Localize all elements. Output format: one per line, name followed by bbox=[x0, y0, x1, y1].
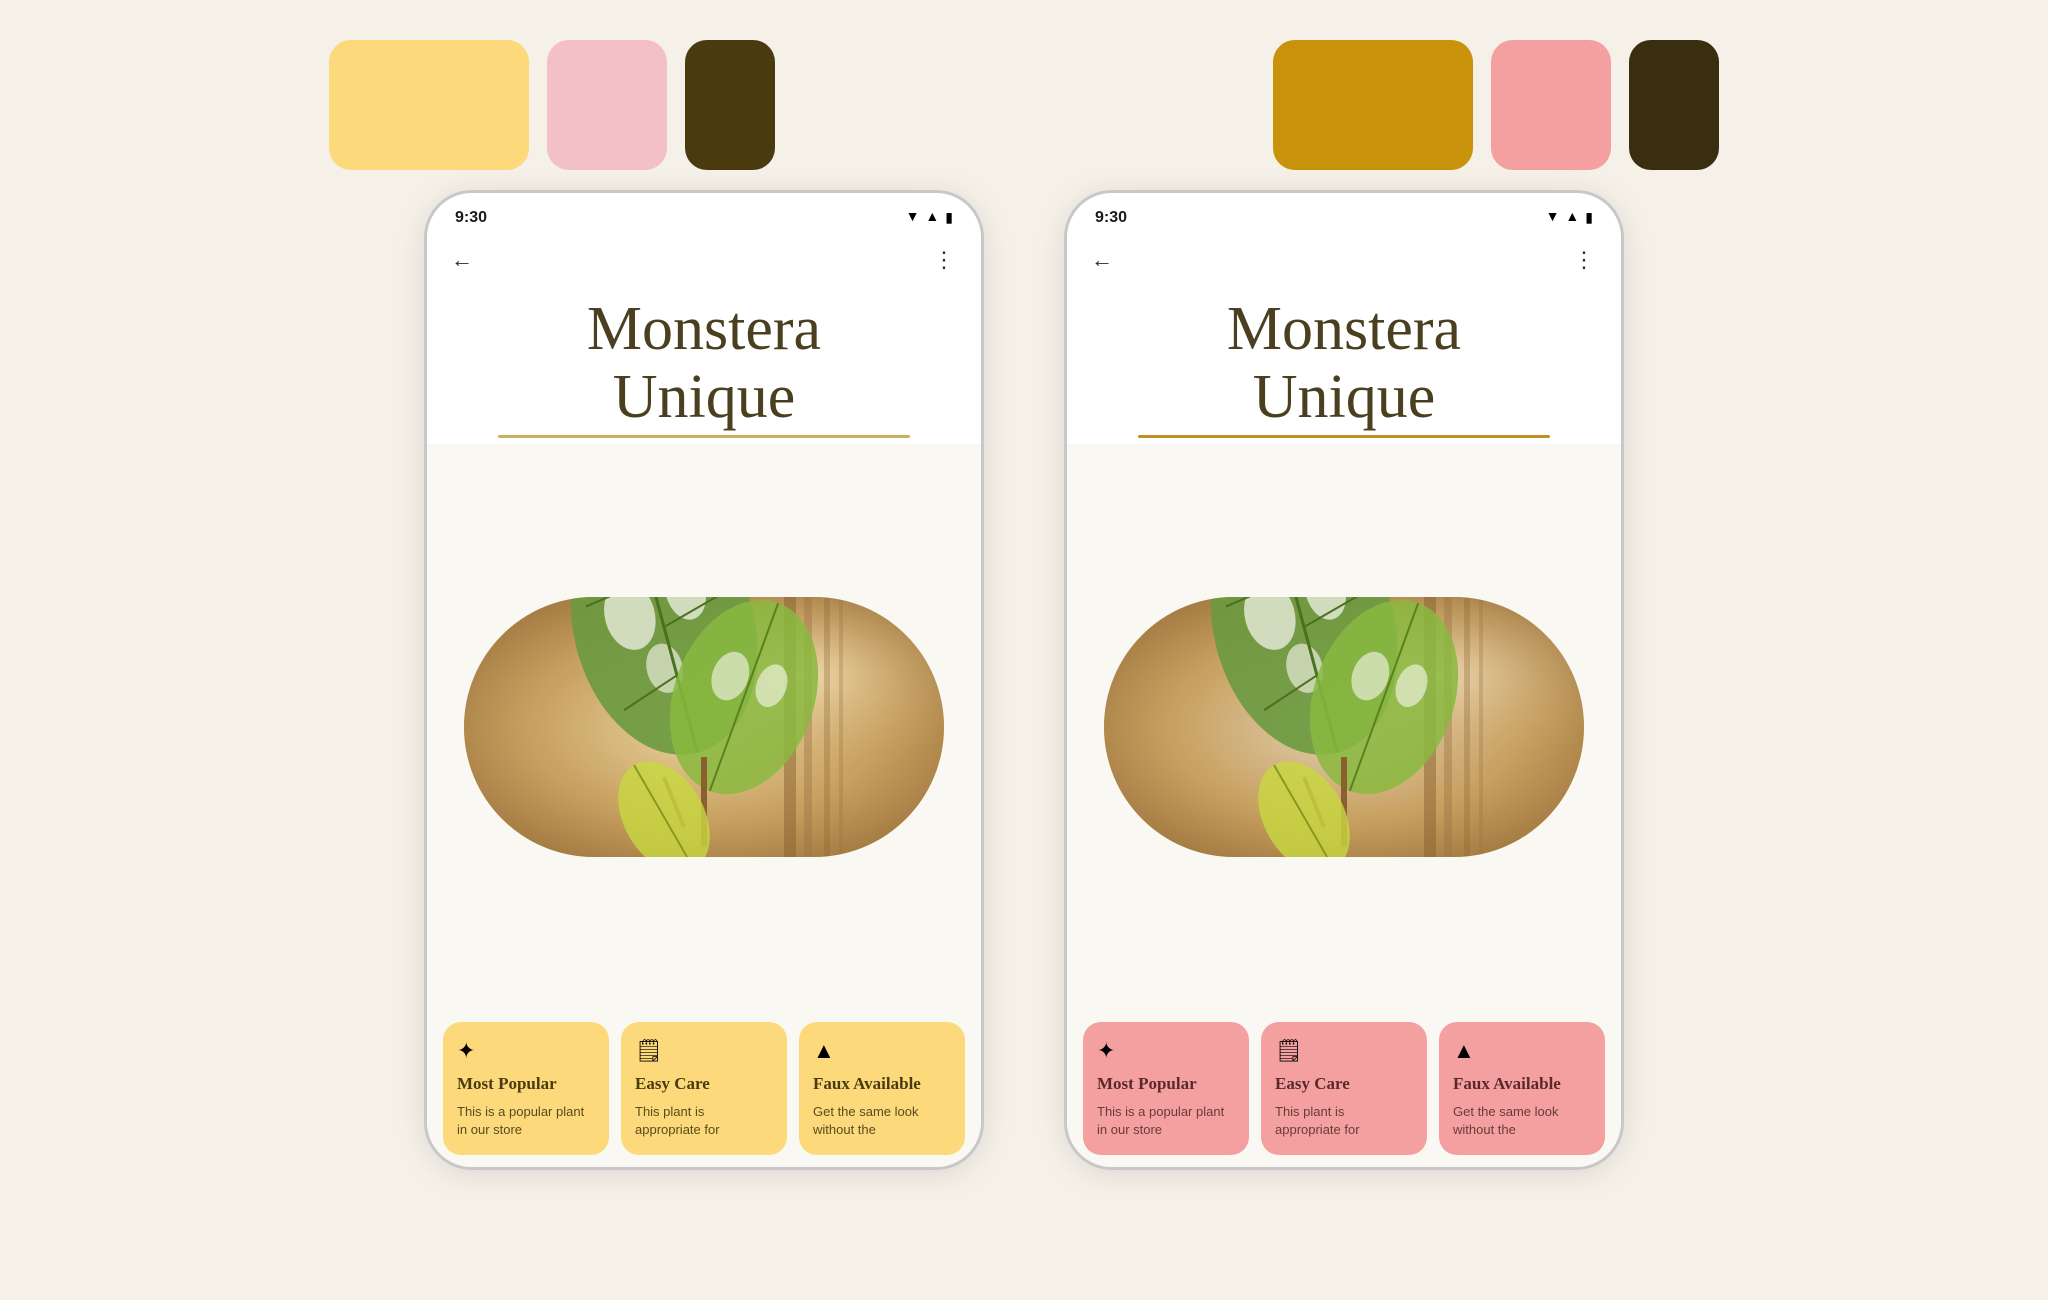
more-button-1[interactable]: ⋮ bbox=[933, 247, 957, 273]
clipboard-icon-2: 🗒 bbox=[1275, 1038, 1413, 1064]
plant-image-area-2 bbox=[1067, 444, 1621, 1010]
card-desc-popular-1: This is a popular plant in our store bbox=[457, 1103, 595, 1139]
card-title-care-2: Easy Care bbox=[1275, 1074, 1413, 1094]
phone-1: 9:30 ▼ ▲ ▮ ← ⋮ Monstera Unique bbox=[424, 190, 984, 1170]
nav-bar-2: ← ⋮ bbox=[1067, 235, 1621, 285]
swatch-pink-light bbox=[547, 40, 667, 170]
plant-image-area-1 bbox=[427, 444, 981, 1010]
battery-icon-2: ▮ bbox=[1585, 210, 1593, 227]
card-easy-care-2: 🗒 Easy Care This plant is appropriate fo… bbox=[1261, 1022, 1427, 1155]
phone-2: 9:30 ▼ ▲ ▮ ← ⋮ Monstera Unique bbox=[1064, 190, 1624, 1170]
nav-bar-1: ← ⋮ bbox=[427, 235, 981, 285]
status-time-1: 9:30 bbox=[455, 209, 487, 227]
status-bar-2: 9:30 ▼ ▲ ▮ bbox=[1067, 193, 1621, 235]
tree-icon-2: ▲ bbox=[1453, 1038, 1591, 1064]
card-title-popular-1: Most Popular bbox=[457, 1074, 595, 1094]
plant-oval-1 bbox=[464, 597, 944, 857]
back-button-2[interactable]: ← bbox=[1091, 247, 1113, 273]
swatches-container bbox=[0, 0, 2048, 190]
card-most-popular-2: ✦ Most Popular This is a popular plant i… bbox=[1083, 1022, 1249, 1155]
plant-name-1: Monstera Unique bbox=[447, 295, 961, 438]
signal-icon-2: ▲ bbox=[1565, 210, 1579, 226]
plant-name-2: Monstera Unique bbox=[1087, 295, 1601, 438]
plant-title-2: Monstera Unique bbox=[1067, 285, 1621, 444]
swatch-yellow-light bbox=[329, 40, 529, 170]
status-bar-1: 9:30 ▼ ▲ ▮ bbox=[427, 193, 981, 235]
card-desc-popular-2: This is a popular plant in our store bbox=[1097, 1103, 1235, 1139]
status-icons-1: ▼ ▲ ▮ bbox=[906, 210, 953, 227]
card-title-care-1: Easy Care bbox=[635, 1074, 773, 1094]
wifi-icon-2: ▼ bbox=[1546, 210, 1560, 226]
plant-illustration-1 bbox=[464, 597, 944, 857]
swatch-yellow-dark bbox=[1273, 40, 1473, 170]
tree-icon-1: ▲ bbox=[813, 1038, 951, 1064]
more-button-2[interactable]: ⋮ bbox=[1573, 247, 1597, 273]
swatch-brown-2 bbox=[1629, 40, 1719, 170]
swatch-brown-1 bbox=[685, 40, 775, 170]
plant-illustration-2 bbox=[1104, 597, 1584, 857]
card-title-faux-1: Faux Available bbox=[813, 1074, 951, 1094]
plant-oval-2 bbox=[1104, 597, 1584, 857]
sparkle-icon-2: ✦ bbox=[1097, 1038, 1235, 1064]
status-time-2: 9:30 bbox=[1095, 209, 1127, 227]
battery-icon-1: ▮ bbox=[945, 210, 953, 227]
card-title-faux-2: Faux Available bbox=[1453, 1074, 1591, 1094]
back-button-1[interactable]: ← bbox=[451, 247, 473, 273]
sparkle-icon-1: ✦ bbox=[457, 1038, 595, 1064]
swatch-group-2 bbox=[1273, 40, 1719, 170]
clipboard-icon-1: 🗒 bbox=[635, 1038, 773, 1064]
card-title-popular-2: Most Popular bbox=[1097, 1074, 1235, 1094]
swatch-group-1 bbox=[329, 40, 775, 170]
plant-title-1: Monstera Unique bbox=[427, 285, 981, 444]
card-faux-2: ▲ Faux Available Get the same look witho… bbox=[1439, 1022, 1605, 1155]
card-most-popular-1: ✦ Most Popular This is a popular plant i… bbox=[443, 1022, 609, 1155]
title-underline-1 bbox=[498, 435, 909, 438]
cards-row-2: ✦ Most Popular This is a popular plant i… bbox=[1067, 1010, 1621, 1167]
card-easy-care-1: 🗒 Easy Care This plant is appropriate fo… bbox=[621, 1022, 787, 1155]
card-desc-faux-2: Get the same look without the bbox=[1453, 1103, 1591, 1139]
card-desc-faux-1: Get the same look without the bbox=[813, 1103, 951, 1139]
card-faux-1: ▲ Faux Available Get the same look witho… bbox=[799, 1022, 965, 1155]
phones-container: 9:30 ▼ ▲ ▮ ← ⋮ Monstera Unique bbox=[364, 190, 1684, 1300]
card-desc-care-1: This plant is appropriate for bbox=[635, 1103, 773, 1139]
card-desc-care-2: This plant is appropriate for bbox=[1275, 1103, 1413, 1139]
signal-icon-1: ▲ bbox=[925, 210, 939, 226]
title-underline-2 bbox=[1138, 435, 1549, 438]
cards-row-1: ✦ Most Popular This is a popular plant i… bbox=[427, 1010, 981, 1167]
wifi-icon-1: ▼ bbox=[906, 210, 920, 226]
status-icons-2: ▼ ▲ ▮ bbox=[1546, 210, 1593, 227]
swatch-pink-medium bbox=[1491, 40, 1611, 170]
